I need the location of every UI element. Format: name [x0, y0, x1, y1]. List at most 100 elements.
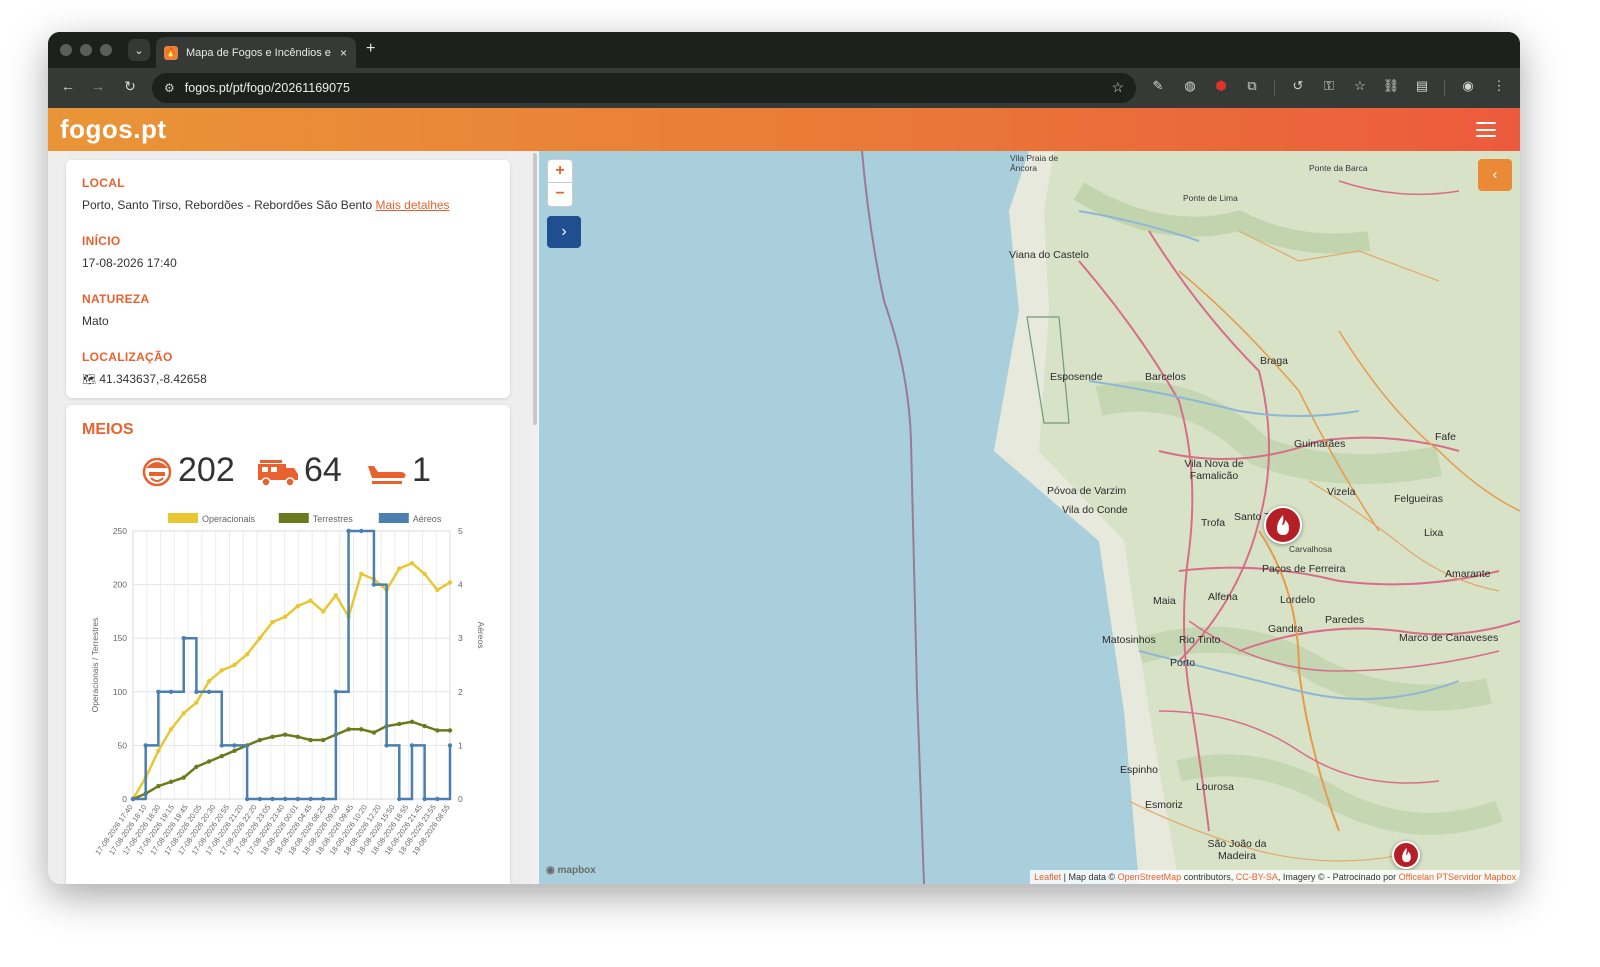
series-2-point-25	[447, 743, 453, 748]
link-icon[interactable]: ⛓	[1381, 78, 1401, 94]
map-label-braga: Braga	[1260, 355, 1289, 367]
fire-marker-icon[interactable]	[1392, 841, 1420, 869]
series-0-point-9	[244, 652, 250, 657]
series-1-point-7	[219, 753, 224, 759]
fire-marker-icon[interactable]	[1264, 506, 1302, 544]
close-window-button[interactable]	[60, 44, 72, 56]
zoom-control: + −	[547, 159, 573, 207]
series-2-point-12	[282, 796, 288, 802]
series-1-point-8	[232, 748, 237, 753]
series-1-point-12	[282, 732, 288, 737]
series-1-point-10	[257, 737, 262, 743]
map-label-fafe: Fafe	[1435, 431, 1457, 443]
zoom-out-button[interactable]: −	[548, 183, 572, 206]
series-line-2	[133, 529, 452, 801]
minimize-window-button[interactable]	[80, 44, 92, 56]
map-label-saojoao: São João da Madeira	[1207, 838, 1267, 862]
map-label-lourosa: Lourosa	[1196, 781, 1234, 793]
series-2-point-1	[143, 743, 148, 748]
flame-icon	[1277, 515, 1289, 535]
series-0-point-11	[270, 619, 275, 625]
tab-close-icon[interactable]: ×	[340, 46, 347, 60]
operacionais-count: 202	[178, 451, 235, 489]
collapse-panel-button[interactable]: ‹	[1478, 159, 1512, 191]
site-header: fogos.pt	[48, 108, 1520, 151]
series-0-point-6	[206, 678, 212, 684]
series-1-point-14	[308, 737, 313, 743]
key-icon[interactable]: ⚿	[1319, 78, 1339, 94]
series-0-point-21	[397, 566, 402, 571]
inicio-value: 17-08-2026 17:40	[82, 256, 177, 270]
extension-icon[interactable]: ◍	[1180, 78, 1200, 94]
series-2-point-4	[181, 636, 186, 641]
expand-panel-button[interactable]: ›	[547, 216, 581, 248]
map-label-amarante: Amarante	[1445, 568, 1491, 580]
map-label-esmoriz: Esmoriz	[1145, 799, 1183, 811]
inicio-label: INÍCIO	[82, 234, 121, 248]
bookmarks-icon[interactable]: ☆	[1350, 78, 1370, 94]
series-2-point-19	[371, 582, 377, 587]
series-2-point-21	[397, 796, 402, 802]
reload-icon[interactable]: ↻	[120, 78, 140, 95]
profile-avatar[interactable]: ◉	[1458, 78, 1478, 94]
y-right-tick-label: 0	[458, 794, 463, 804]
series-1-point-2	[156, 783, 161, 789]
cc-link[interactable]: CC-BY-SA	[1236, 872, 1278, 882]
site-settings-icon[interactable]: ⚙	[164, 81, 175, 95]
localizacao-value[interactable]: 🗺 41.343637,-8.42658	[82, 372, 494, 386]
map-label-vilapraia: Vila Praia de Âncora	[1010, 153, 1059, 173]
new-tab-button[interactable]: +	[366, 40, 375, 58]
aereos-count: 1	[412, 451, 431, 489]
browser-tab[interactable]: 🔥 Mapa de Fogos e Incêndios e ×	[156, 37, 356, 68]
map-label-vilaconde: Vila do Conde	[1062, 504, 1128, 516]
eyedropper-icon[interactable]: ✎	[1148, 78, 1168, 94]
map-label-pontebarca: Ponte da Barca	[1309, 163, 1368, 173]
history-icon[interactable]: ↺	[1288, 78, 1308, 94]
puzzle-icon[interactable]: ⧉	[1242, 78, 1262, 94]
map-label-pontelima: Ponte de Lima	[1183, 193, 1238, 203]
scrollbar-thumb[interactable]	[533, 153, 537, 425]
series-0-point-2	[156, 748, 161, 753]
fire-map[interactable]: Viana do Castelo Esposende Barcelos Brag…	[539, 151, 1520, 884]
series-0-point-18	[359, 571, 364, 577]
y-right-axis-title: Aéreos	[476, 622, 486, 649]
series-1-point-11	[270, 734, 275, 740]
series-0-point-7	[219, 668, 224, 673]
maximize-window-button[interactable]	[100, 44, 112, 56]
url-text[interactable]: fogos.pt/pt/fogo/20261169075	[185, 81, 350, 95]
coordinates-text: 41.343637,-8.42658	[99, 372, 207, 386]
site-logo[interactable]: fogos.pt	[60, 114, 167, 145]
mapbox-logo[interactable]: ◉ mapbox	[546, 865, 596, 876]
more-details-link[interactable]: Mais detalhes	[376, 198, 450, 212]
series-0-point-22	[409, 560, 415, 566]
y-right-tick-label: 3	[458, 633, 463, 643]
address-bar[interactable]: ⚙ fogos.pt/pt/fogo/20261169075 ☆	[152, 73, 1136, 103]
zoom-in-button[interactable]: +	[548, 160, 572, 183]
y-left-tick-label: 150	[113, 633, 127, 643]
localizacao-label: LOCALIZAÇÃO	[82, 350, 173, 364]
bookmark-star-icon[interactable]: ☆	[1111, 79, 1124, 96]
map-icon: 🗺	[82, 374, 96, 386]
details-card: LOCAL Porto, Santo Tirso, Rebordões - Re…	[66, 160, 510, 398]
osm-link[interactable]: OpenStreetMap	[1118, 872, 1182, 882]
terrestres-counter: 64	[256, 451, 342, 490]
reading-list-icon[interactable]: ▤	[1412, 78, 1432, 94]
mapbox-logo-text: mapbox	[557, 865, 596, 876]
series-1-point-24	[435, 728, 440, 733]
sponsor-link[interactable]: Officelan PTServidor Mapbox	[1399, 872, 1516, 882]
shield-extension-icon[interactable]: ⬢	[1211, 78, 1231, 94]
leaflet-link[interactable]: Leaflet	[1034, 872, 1061, 882]
back-arrow-icon[interactable]: ←	[58, 78, 78, 94]
hamburger-menu-icon[interactable]	[1476, 122, 1496, 137]
meios-card: MEIOS 202 64 1 Operacionais Terrestres A…	[66, 405, 510, 884]
menu-kebab-icon[interactable]: ⋮	[1489, 78, 1509, 94]
firefighter-icon	[142, 457, 172, 486]
tab-search-button[interactable]: ⌄	[128, 39, 150, 61]
left-panel-scrollbar[interactable]	[532, 151, 538, 884]
forward-arrow-icon[interactable]: →	[88, 78, 108, 94]
map-label-viana: Viana do Castelo	[1009, 249, 1089, 261]
tab-bar: ⌄ 🔥 Mapa de Fogos e Incêndios e × +	[48, 32, 1520, 68]
toolbar-separator	[1274, 80, 1275, 96]
map-label-lixa: Lixa	[1424, 527, 1444, 539]
series-2-point-15	[321, 796, 326, 802]
